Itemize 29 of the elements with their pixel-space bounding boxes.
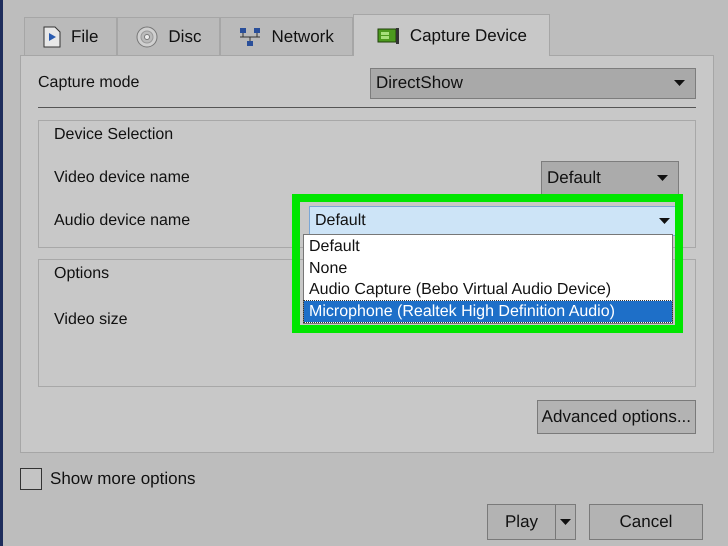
capture-mode-label: Capture mode — [38, 73, 140, 93]
video-device-dropdown[interactable]: Default — [541, 161, 679, 195]
video-device-label: Video device name — [54, 168, 190, 188]
file-icon — [43, 26, 61, 48]
group-title: Device Selection — [54, 125, 174, 145]
video-size-label: Video size — [54, 310, 128, 330]
show-more-label: Show more options — [50, 468, 196, 490]
caret-icon — [560, 518, 571, 524]
disc-icon — [136, 26, 158, 48]
caret-icon — [674, 80, 685, 86]
show-more-checkbox[interactable] — [20, 468, 42, 490]
capture-card-icon — [376, 26, 400, 46]
caret-icon — [657, 175, 668, 181]
tab[interactable]: Network — [220, 17, 353, 55]
advanced-options-button[interactable]: Advanced options... — [536, 400, 696, 434]
play-button[interactable]: Play — [487, 504, 576, 540]
tab[interactable]: Capture Device — [352, 14, 550, 56]
audio-device-label: Audio device name — [54, 211, 190, 231]
dropdown-option[interactable]: None — [304, 258, 672, 279]
group-title: Options — [54, 264, 110, 284]
tab[interactable]: File — [24, 17, 118, 55]
dropdown-option[interactable]: Default — [304, 236, 672, 258]
dropdown-option[interactable]: Audio Capture (Bebo Virtual Audio Device) — [304, 279, 672, 300]
dropdown-option[interactable]: Microphone (Realtek High Definition Audio) — [304, 300, 672, 322]
capture-mode-dropdown[interactable]: DirectShow — [370, 68, 696, 98]
tab[interactable]: Disc — [117, 17, 220, 55]
cancel-button[interactable]: Cancel — [589, 504, 703, 540]
caret-icon — [659, 218, 670, 224]
network-icon — [239, 26, 262, 46]
